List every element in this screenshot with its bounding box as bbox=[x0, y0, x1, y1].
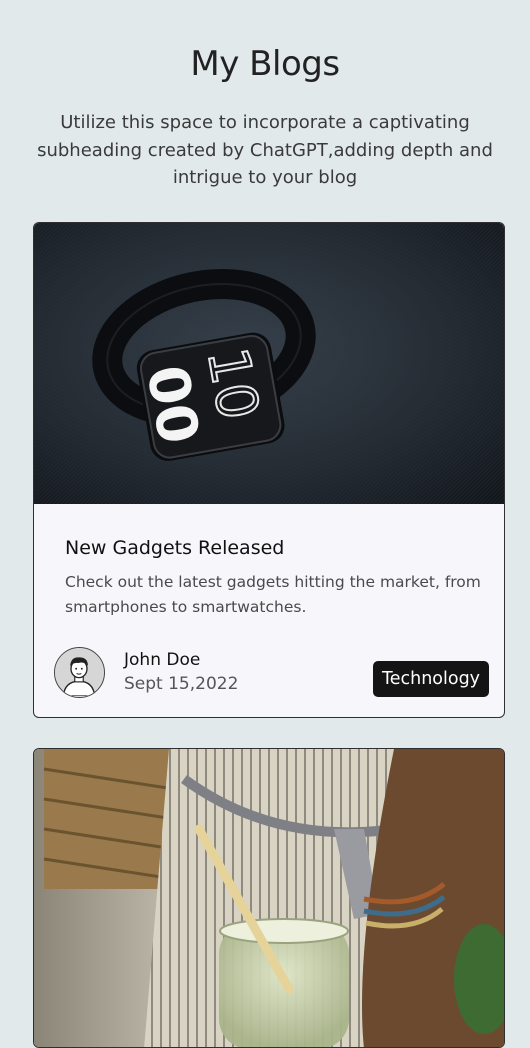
post-date: Sept 15,2022 bbox=[124, 674, 239, 694]
smartwatch-photo[interactable]: 00 10 bbox=[34, 223, 505, 504]
drink-jar-photo[interactable] bbox=[34, 749, 505, 1048]
page-subtitle: Utilize this space to incorporate a capt… bbox=[37, 112, 493, 188]
avatar-icon bbox=[55, 648, 103, 697]
blog-card[interactable] bbox=[33, 748, 505, 1048]
author-avatar bbox=[54, 647, 105, 698]
page-title: My Blogs bbox=[190, 44, 340, 84]
post-title[interactable]: New Gadgets Released bbox=[65, 537, 284, 559]
post-description: Check out the latest gadgets hitting the… bbox=[65, 573, 481, 616]
svg-text:10: 10 bbox=[194, 343, 270, 424]
author-name[interactable]: John Doe bbox=[124, 650, 200, 670]
category-tag[interactable]: Technology bbox=[373, 661, 490, 697]
blog-card[interactable]: 00 10 New Gadgets Released Check out the… bbox=[33, 222, 505, 718]
